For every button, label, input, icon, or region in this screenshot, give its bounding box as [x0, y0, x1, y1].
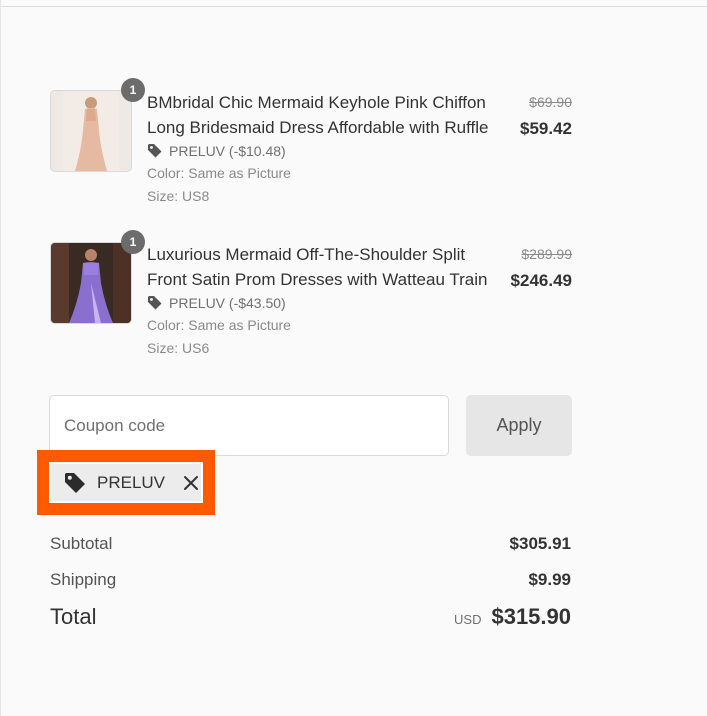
- color-label: Color:: [147, 165, 185, 181]
- color-value: Same as Picture: [188, 165, 291, 181]
- size-row: Size: US8: [147, 188, 507, 205]
- applied-coupon-chip: PRELUV: [51, 464, 201, 501]
- color-label: Color:: [147, 317, 185, 333]
- product-image: [50, 242, 132, 324]
- shipping-label: Shipping: [50, 570, 117, 589]
- total-amount: USD $315.90: [454, 604, 571, 630]
- total-label: Total: [50, 604, 97, 629]
- total-value: $315.90: [491, 604, 571, 629]
- shipping-value: $9.99: [528, 570, 571, 589]
- tag-icon: [63, 471, 87, 495]
- item-title: Luxurious Mermaid Off-The-Shoulder Split…: [147, 245, 488, 289]
- product-image: [50, 90, 132, 172]
- size-row: Size: US6: [147, 340, 507, 357]
- item-details: Luxurious Mermaid Off-The-Shoulder Split…: [147, 242, 507, 363]
- subtotal-label: Subtotal: [50, 534, 113, 553]
- color-row: Color: Same as Picture: [147, 317, 507, 334]
- size-label: Size:: [147, 340, 179, 356]
- discounted-price: $59.42: [520, 119, 572, 138]
- coupon-code-input[interactable]: [49, 395, 449, 456]
- item-prices: $69.90 $59.42: [520, 94, 572, 139]
- total-row: Total USD $315.90: [50, 604, 571, 630]
- item-meta: Color: Same as Picture Size: US6: [147, 317, 507, 357]
- top-divider: [1, 6, 707, 7]
- item-details: BMbridal Chic Mermaid Keyhole Pink Chiff…: [147, 90, 507, 211]
- quantity-badge: 1: [121, 230, 145, 254]
- subtotal-value: $305.91: [509, 534, 571, 553]
- item-discount: PRELUV (-$10.48): [147, 143, 507, 159]
- tag-icon: [147, 295, 163, 311]
- color-row: Color: Same as Picture: [147, 165, 507, 182]
- size-value: US6: [182, 340, 210, 356]
- size-value: US8: [182, 188, 210, 204]
- apply-coupon-button[interactable]: Apply: [466, 395, 572, 456]
- discount-text: PRELUV (-$10.48): [169, 143, 286, 159]
- discounted-price: $246.49: [510, 271, 572, 290]
- remove-coupon-icon[interactable]: [183, 475, 199, 491]
- tag-icon: [147, 143, 163, 159]
- item-meta: Color: Same as Picture Size: US8: [147, 165, 507, 205]
- shipping-row: Shipping $9.99: [50, 570, 571, 590]
- product-thumbnail: 1: [50, 230, 145, 324]
- currency-code: USD: [454, 612, 482, 627]
- product-thumbnail: 1: [50, 78, 145, 172]
- size-label: Size:: [147, 188, 179, 204]
- quantity-badge: 1: [121, 78, 145, 102]
- original-price: $69.90: [529, 94, 572, 110]
- order-summary-panel: 1 BMbridal Chic Mermaid Keyhole Pink Chi…: [0, 0, 707, 716]
- discount-text: PRELUV (-$43.50): [169, 295, 286, 311]
- original-price: $289.99: [521, 246, 572, 262]
- item-discount: PRELUV (-$43.50): [147, 295, 507, 311]
- applied-coupon-code: PRELUV: [97, 472, 166, 492]
- subtotal-row: Subtotal $305.91: [50, 534, 571, 554]
- item-title: BMbridal Chic Mermaid Keyhole Pink Chiff…: [147, 93, 489, 137]
- color-value: Same as Picture: [188, 317, 291, 333]
- item-prices: $289.99 $246.49: [511, 246, 572, 291]
